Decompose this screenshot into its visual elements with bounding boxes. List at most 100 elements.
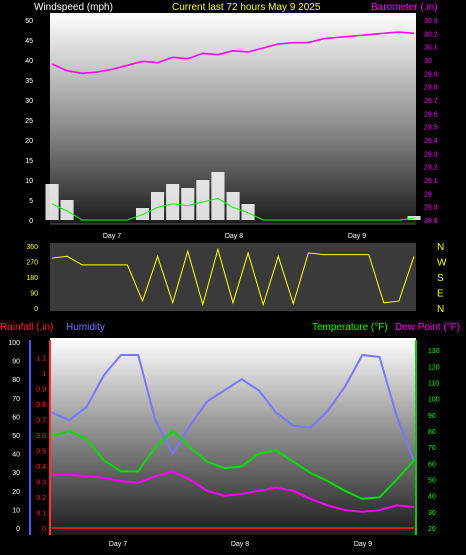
rainfall-tick-label: 1.1 <box>36 356 46 363</box>
temperature-tick-label: 120 <box>428 364 440 371</box>
temperature-tick-label: 20 <box>428 526 436 533</box>
dewpoint-label: Dew Point (°F) <box>395 322 460 333</box>
temperature-tick-label: 40 <box>428 494 436 501</box>
baro-tick-label: 29.6 <box>424 111 438 118</box>
rainfall-tick-label: 0 <box>42 526 46 533</box>
baro-tick-label: 30.1 <box>424 45 438 52</box>
baro-tick-label: 29.2 <box>424 165 438 172</box>
rainfall-y-axis: 0 0.1 0.2 0.3 0.4 0.5 0.6 0.7 0.8 0.9 1 1.1 <box>36 356 46 534</box>
weather-chart: Windspeed (mph) Current last 72 hours Ma… <box>0 2 460 548</box>
temp-day-label: Day 7 <box>109 541 127 548</box>
direction-panel-background <box>50 243 416 311</box>
windspeed-bar <box>45 184 59 220</box>
humidity-tick-label: 90 <box>12 359 20 366</box>
windspeed-bar <box>241 204 255 220</box>
humidity-tick-label: 10 <box>12 507 20 514</box>
compass-letter: W <box>437 258 447 269</box>
wind-day-label: Day 8 <box>225 233 243 240</box>
wind-day-labels: Day 7 Day 8 Day 9 <box>103 233 366 240</box>
wind-y-axis: 0 5 10 15 20 25 30 35 40 45 50 <box>25 18 33 225</box>
wind-tick-label: 15 <box>25 158 33 165</box>
temp-day-labels: Day 7 Day 8 Day 9 <box>109 541 372 548</box>
humidity-y-axis: 0 10 20 30 40 50 60 70 80 90 100 <box>8 340 20 533</box>
compass-letter: E <box>437 289 444 300</box>
temp-day-label: Day 9 <box>354 541 372 548</box>
temperature-tick-label: 110 <box>428 380 439 387</box>
baro-tick-label: 29.8 <box>424 85 438 92</box>
direction-tick-label: 90 <box>30 291 38 298</box>
baro-tick-label: 29.5 <box>424 125 438 132</box>
rainfall-tick-label: 0.8 <box>36 402 46 409</box>
windspeed-bar <box>211 172 225 220</box>
wind-tick-label: 0 <box>29 218 33 225</box>
rainfall-tick-label: 0.7 <box>36 418 46 425</box>
wind-tick-label: 50 <box>25 18 33 25</box>
baro-tick-label: 30 <box>424 58 432 65</box>
humidity-label: Humidity <box>66 322 105 333</box>
baro-tick-label: 30.2 <box>424 31 438 38</box>
temperature-tick-label: 90 <box>428 413 436 420</box>
direction-tick-label: 360 <box>26 244 38 251</box>
wind-tick-label: 5 <box>29 198 33 205</box>
header-center: Current last 72 hours May 9 2025 <box>172 2 321 13</box>
temperature-tick-label: 80 <box>428 429 436 436</box>
barometer-y-axis: 28.8 28.9 29 29.1 29.2 29.3 29.4 29.5 29.6 29.7 29… <box>424 18 438 225</box>
baro-tick-label: 29 <box>424 191 432 198</box>
rainfall-tick-label: 0.9 <box>36 387 46 394</box>
temperature-tick-label: 70 <box>428 445 436 452</box>
compass-letters: NWSEN <box>437 242 447 315</box>
rainfall-tick-label: 0.4 <box>36 464 46 471</box>
wind-tick-label: 40 <box>25 58 33 65</box>
wind-tick-label: 35 <box>25 78 33 85</box>
humidity-tick-label: 50 <box>12 433 20 440</box>
baro-tick-label: 29.9 <box>424 71 438 78</box>
temperature-y-axis: 20 30 40 50 60 70 80 90 100 110 120 130 <box>428 348 440 533</box>
baro-tick-label: 29.3 <box>424 151 438 158</box>
rainfall-tick-label: 0.6 <box>36 433 46 440</box>
rainfall-label: Rainfall (.in) <box>0 322 53 333</box>
wind-tick-label: 25 <box>25 118 33 125</box>
compass-letter: N <box>437 242 444 253</box>
windspeed-bar <box>196 180 210 220</box>
wind-tick-label: 30 <box>25 98 33 105</box>
baro-tick-label: 28.8 <box>424 218 438 225</box>
windspeed-bar <box>136 208 150 220</box>
humidity-tick-label: 40 <box>12 452 20 459</box>
baro-tick-label: 28.9 <box>424 205 438 212</box>
humidity-tick-label: 60 <box>12 414 20 421</box>
temperature-label: Temperature (°F) <box>312 322 388 333</box>
baro-tick-label: 29.4 <box>424 138 438 145</box>
temperature-tick-label: 130 <box>428 348 440 355</box>
temp-day-label: Day 8 <box>231 541 249 548</box>
rainfall-tick-label: 0.2 <box>36 495 46 502</box>
direction-tick-label: 0 <box>34 306 38 313</box>
direction-y-axis: 0 90 180 270 360 <box>26 244 38 313</box>
windspeed-bar <box>407 216 421 220</box>
humidity-tick-label: 70 <box>12 396 20 403</box>
temperature-tick-label: 60 <box>428 461 436 468</box>
baro-tick-label: 29.1 <box>424 178 438 185</box>
wind-day-label: Day 9 <box>348 233 366 240</box>
baro-tick-label: 30.3 <box>424 18 438 25</box>
temperature-tick-label: 100 <box>428 397 440 404</box>
temperature-tick-label: 30 <box>428 510 436 517</box>
rainfall-tick-label: 1 <box>42 371 46 378</box>
wind-day-label: Day 7 <box>103 233 121 240</box>
temp-panel-background <box>50 338 416 535</box>
windspeed-bar <box>166 184 180 220</box>
rainfall-tick-label: 0.3 <box>36 480 46 487</box>
header-left: Windspeed (mph) <box>34 2 113 13</box>
compass-letter: N <box>437 304 444 315</box>
humidity-tick-label: 20 <box>12 489 20 496</box>
humidity-tick-label: 100 <box>8 340 20 347</box>
header-right: Barometer (.in) <box>371 2 438 13</box>
humidity-tick-label: 30 <box>12 470 20 477</box>
humidity-tick-label: 0 <box>16 526 20 533</box>
direction-tick-label: 270 <box>26 260 38 267</box>
direction-tick-label: 180 <box>26 275 38 282</box>
windspeed-bar <box>226 192 240 220</box>
temperature-tick-label: 50 <box>428 477 436 484</box>
wind-tick-label: 10 <box>25 178 33 185</box>
humidity-tick-label: 80 <box>12 377 20 384</box>
windspeed-bar <box>60 200 74 220</box>
